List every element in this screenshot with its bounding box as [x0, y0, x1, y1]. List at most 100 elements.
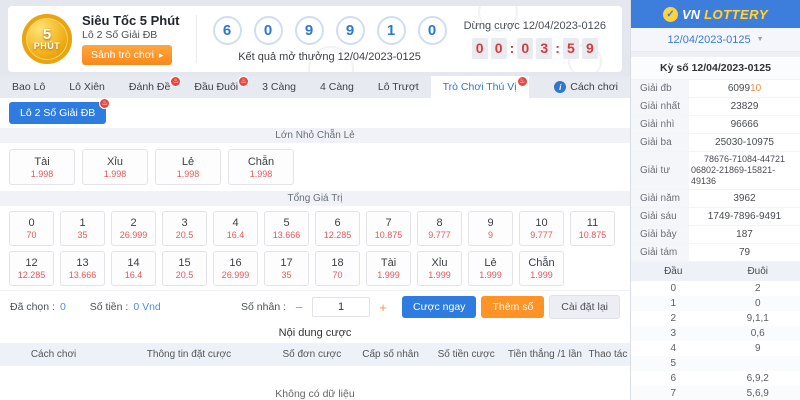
- coin-text: 5: [43, 28, 51, 41]
- prize-value: 3962: [689, 190, 800, 207]
- tab-7[interactable]: Trò Chơi Thú Vị♨: [431, 76, 529, 98]
- result-digits: 609910: [213, 16, 447, 45]
- bet-cell[interactable]: 1735: [264, 251, 309, 286]
- bet-cell[interactable]: 226.999: [111, 211, 156, 246]
- bet-table-column: Thao tác: [586, 349, 630, 360]
- prize-number-main: 96666: [731, 119, 759, 130]
- bet-cell[interactable]: Tài1.999: [366, 251, 411, 286]
- dau-value: 3: [631, 328, 716, 339]
- bet-cell-odds: 12.285: [18, 270, 46, 280]
- bet-cell-label: Xỉu: [432, 257, 448, 269]
- bet-cell[interactable]: 513.666: [264, 211, 309, 246]
- draw-number-title: Kỳ số 12/04/2023-0125: [631, 57, 800, 80]
- bet-cell-label: Tài: [34, 156, 49, 168]
- tab-6[interactable]: Lô Trượt: [366, 76, 431, 98]
- prize-label: Giải tám: [631, 244, 689, 261]
- hot-badge-icon: ♨: [170, 76, 181, 87]
- reset-button[interactable]: Cài đặt lại: [549, 295, 620, 319]
- bet-cell[interactable]: Xỉu1.999: [417, 251, 462, 286]
- how-to-play-label: Cách chơi: [570, 81, 618, 93]
- bet-cell-label: 9: [487, 217, 493, 229]
- tab-label: Đánh Đề: [129, 81, 170, 93]
- logo-lottery: LOTTERY: [704, 7, 768, 22]
- logo-check-icon: ✓: [663, 7, 678, 22]
- bet-cell-label: Tài: [381, 257, 396, 269]
- total-value-row: 1212.2851313.6661416.41520.51626.9991735…: [9, 251, 621, 286]
- bet-cell[interactable]: 1212.285: [9, 251, 54, 286]
- bet-cell[interactable]: 710.875: [366, 211, 411, 246]
- dau-duoi-row: 75,6,9: [631, 386, 800, 400]
- lobby-button[interactable]: Sảnh trò chơi ▸: [82, 45, 172, 65]
- bet-cell[interactable]: 1870: [315, 251, 360, 286]
- tab-4[interactable]: 3 Càng: [250, 76, 308, 98]
- bet-cell[interactable]: Xỉu1.998: [82, 149, 148, 185]
- bet-cell-label: 11: [587, 217, 598, 229]
- bet-cell[interactable]: 89.777: [417, 211, 462, 246]
- bet-cell[interactable]: 320.5: [162, 211, 207, 246]
- countdown-colon: :: [510, 40, 515, 56]
- bet-cell[interactable]: 070: [9, 211, 54, 246]
- bet-cell[interactable]: 1110.875: [570, 211, 615, 246]
- bet-cell[interactable]: 1520.5: [162, 251, 207, 286]
- bet-now-button[interactable]: Cược ngay: [402, 296, 476, 318]
- tab-label: 4 Càng: [320, 81, 354, 93]
- multiplier-input[interactable]: [312, 297, 370, 317]
- bet-cell-odds: 1.998: [250, 169, 273, 179]
- total-value-row: 070135226.999320.5416.4513.666612.285710…: [9, 211, 621, 246]
- total-value-cells: 070135226.999320.5416.4513.666612.285710…: [0, 206, 630, 290]
- draw-date-select[interactable]: 12/04/2023-0125 ▼: [631, 28, 800, 52]
- bet-cell-odds: 13.666: [273, 230, 301, 240]
- game-mode-button[interactable]: Lô 2 Số Giải ĐB ♨: [9, 102, 106, 124]
- bet-cell[interactable]: Tài1.998: [9, 149, 75, 185]
- tab-label: Lô Trượt: [378, 81, 419, 93]
- chosen-value: 0: [60, 301, 66, 313]
- prize-table: Giải đb609910Giải nhất23829Giải nhì96666…: [631, 80, 800, 262]
- bet-table-column: Cấp số nhân: [353, 349, 429, 360]
- add-number-button[interactable]: Thêm số: [481, 296, 544, 318]
- tab-3[interactable]: Đầu Đuôi♨: [182, 76, 250, 98]
- tab-5[interactable]: 4 Càng: [308, 76, 366, 98]
- coin-text: PHÚT: [34, 41, 61, 51]
- bet-cell-odds: 70: [332, 270, 342, 280]
- bet-cell[interactable]: 1313.666: [60, 251, 105, 286]
- bet-cell[interactable]: Lẻ1.998: [155, 149, 221, 185]
- bet-cell[interactable]: 1626.999: [213, 251, 258, 286]
- dau-duoi-column: Đuôi: [716, 266, 800, 277]
- bet-table-column: Số đơn cược: [271, 349, 353, 360]
- duoi-value: 2: [716, 283, 800, 294]
- how-to-play[interactable]: i Cách chơi: [554, 76, 630, 98]
- plus-button[interactable]: +: [375, 300, 391, 315]
- prize-number: 187: [736, 229, 753, 241]
- duoi-value: [716, 358, 800, 369]
- tab-label: Bao Lô: [12, 81, 45, 93]
- bet-cell-label: Xỉu: [107, 156, 123, 168]
- prize-row: Giải bảy187: [631, 226, 800, 244]
- game-mode-label: Lô 2 Số Giải ĐB: [20, 107, 95, 119]
- bet-table-column: Tiền thắng /1 lần: [504, 349, 586, 360]
- bet-cell[interactable]: 135: [60, 211, 105, 246]
- countdown-digit: 0: [472, 38, 488, 59]
- bet-cell[interactable]: 109.777: [519, 211, 564, 246]
- bet-cell[interactable]: Chẵn1.999: [519, 251, 564, 286]
- section-title-total: Tổng Giá Trị: [0, 191, 630, 206]
- bet-cell[interactable]: Chẵn1.998: [228, 149, 294, 185]
- bet-cell[interactable]: 612.285: [315, 211, 360, 246]
- tab-1[interactable]: Lô Xiên: [57, 76, 117, 98]
- bet-cell[interactable]: Lẻ1.999: [468, 251, 513, 286]
- prize-number: 1749-7896-9491: [708, 211, 781, 223]
- amount-label: Số tiền :: [90, 301, 129, 313]
- minus-button[interactable]: −: [291, 300, 307, 315]
- bet-cell[interactable]: 99: [468, 211, 513, 246]
- prize-number-main: 6099: [728, 83, 750, 94]
- tab-2[interactable]: Đánh Đề♨: [117, 76, 182, 98]
- tab-0[interactable]: Bao Lô: [0, 76, 57, 98]
- bet-cell-odds: 16.4: [125, 270, 143, 280]
- bet-cell-label: Chẵn: [528, 257, 554, 269]
- bet-cell[interactable]: 1416.4: [111, 251, 156, 286]
- bet-cell-label: 1: [79, 217, 85, 229]
- bet-cell[interactable]: 416.4: [213, 211, 258, 246]
- bet-cell-odds: 26.999: [120, 230, 148, 240]
- prize-label: Giải sáu: [631, 208, 689, 225]
- dau-duoi-row: 29,1,1: [631, 311, 800, 326]
- content: Lô 2 Số Giải ĐB ♨ Lớn Nhỏ Chẵn Lẻ Tài1.9…: [0, 98, 630, 400]
